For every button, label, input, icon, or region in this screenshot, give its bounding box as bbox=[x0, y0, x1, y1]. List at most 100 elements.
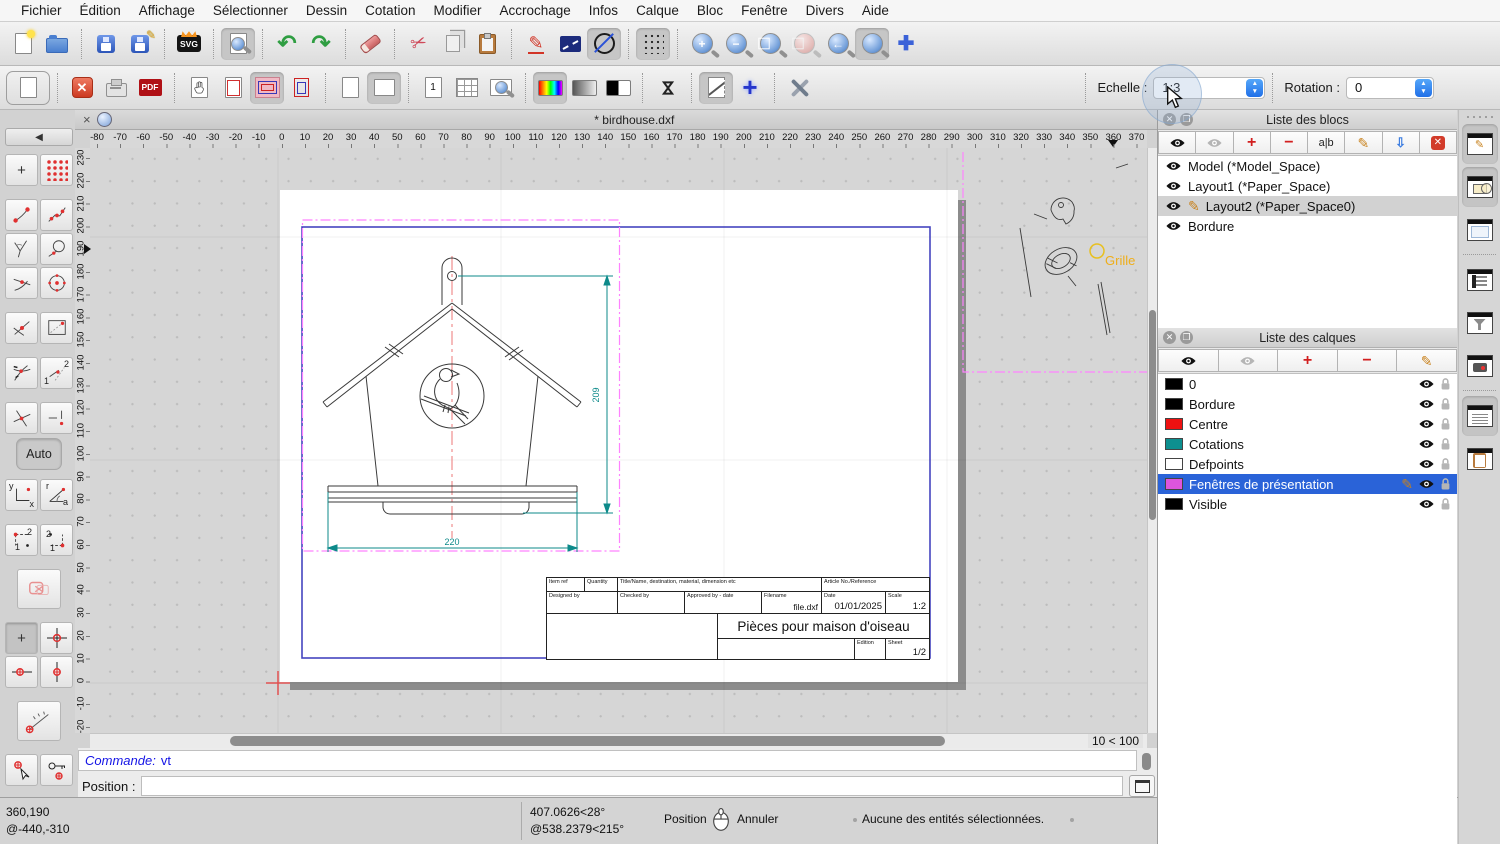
snap-filter-button[interactable] bbox=[40, 402, 73, 434]
layer-row[interactable]: Centre bbox=[1158, 414, 1457, 434]
pan-paper-button[interactable] bbox=[182, 72, 216, 104]
restrict-horizontal-button[interactable] bbox=[5, 656, 38, 688]
fit-to-page-button[interactable] bbox=[216, 72, 250, 104]
horizontal-scrollbar[interactable]: 10 < 100 bbox=[90, 733, 1147, 748]
landscape-orientation-button[interactable] bbox=[367, 71, 401, 104]
command-scrollbar-thumb[interactable] bbox=[1142, 753, 1151, 770]
zoom-auto-button[interactable]: ⃞ bbox=[753, 28, 787, 60]
layer-row[interactable]: Fenêtres de présentation ✎ bbox=[1158, 474, 1457, 494]
menu-item-infos[interactable]: Infos bbox=[580, 3, 627, 18]
layer-remove-button[interactable]: − bbox=[1336, 349, 1398, 372]
menu-item-edition[interactable]: Édition bbox=[71, 3, 130, 18]
snap-intersection-auto-button[interactable] bbox=[5, 357, 38, 389]
print-button[interactable] bbox=[99, 72, 133, 104]
visibility-eye-icon[interactable] bbox=[1418, 458, 1435, 470]
visibility-eye-icon[interactable] bbox=[1165, 220, 1182, 232]
show-crosshair-button[interactable]: + bbox=[733, 72, 767, 104]
lock-icon[interactable] bbox=[1440, 477, 1451, 491]
palette-collapse-button[interactable]: ◀ bbox=[5, 128, 73, 146]
snap-auto-button[interactable]: Auto bbox=[16, 438, 62, 470]
block-add-button[interactable]: + bbox=[1232, 131, 1271, 154]
visibility-eye-icon[interactable] bbox=[1418, 438, 1435, 450]
stepper-icon[interactable]: ▲ ▼ bbox=[1415, 78, 1432, 97]
visibility-eye-icon[interactable] bbox=[1165, 200, 1182, 212]
coordinate-polar-button[interactable]: ra bbox=[40, 479, 73, 511]
coordinate-cartesian-button[interactable]: yx bbox=[5, 479, 38, 511]
zoom-out-button[interactable]: − bbox=[719, 28, 753, 60]
snap-free-button[interactable]: + bbox=[5, 154, 38, 186]
snap-perpendicular-button[interactable] bbox=[5, 233, 38, 265]
snap-nearest-button[interactable] bbox=[5, 267, 38, 299]
center-to-page-button[interactable] bbox=[284, 72, 318, 104]
snap-grid-button[interactable] bbox=[40, 154, 73, 186]
portrait-orientation-button[interactable] bbox=[333, 72, 367, 104]
lock-icon[interactable] bbox=[1440, 457, 1451, 471]
dock-drag-handle[interactable] bbox=[1465, 114, 1494, 120]
block-show-all-button[interactable] bbox=[1158, 131, 1197, 154]
visibility-eye-icon[interactable] bbox=[1418, 498, 1435, 510]
menu-item-calque[interactable]: Calque bbox=[627, 3, 688, 18]
lock-relative-zero-button[interactable] bbox=[40, 754, 73, 786]
layer-row[interactable]: Visible bbox=[1158, 494, 1457, 514]
layer-row[interactable]: Cotations bbox=[1158, 434, 1457, 454]
restrict-vertical-button[interactable] bbox=[40, 656, 73, 688]
redo-button[interactable]: ↷ bbox=[304, 28, 338, 60]
snap-exclude-button[interactable] bbox=[17, 569, 61, 609]
visibility-eye-icon[interactable] bbox=[1418, 478, 1435, 490]
edit-entity-button[interactable]: ✎ bbox=[519, 28, 553, 60]
copy-button[interactable] bbox=[436, 28, 470, 60]
grid-toggle-button[interactable] bbox=[636, 27, 670, 60]
open-document-button[interactable] bbox=[40, 28, 74, 60]
draft-page-button[interactable] bbox=[699, 71, 733, 104]
layer-row[interactable]: 0 bbox=[1158, 374, 1457, 394]
block-row[interactable]: Model (*Model_Space) bbox=[1158, 156, 1457, 176]
snap-endpoints-button[interactable] bbox=[5, 199, 38, 231]
zoom-to-page-button[interactable] bbox=[484, 72, 518, 104]
menu-item-bloc[interactable]: Bloc bbox=[688, 3, 732, 18]
menu-item-accrochage[interactable]: Accrochage bbox=[490, 3, 579, 18]
block-rename-button[interactable]: a|b bbox=[1307, 131, 1346, 154]
block-row[interactable]: Layout1 (*Paper_Space) bbox=[1158, 176, 1457, 196]
menu-item-dessin[interactable]: Dessin bbox=[297, 3, 356, 18]
drawing-canvas[interactable]: 209 220 Grille Item ref Quantity Title/N… bbox=[90, 148, 1147, 733]
lock-icon[interactable] bbox=[1440, 437, 1451, 451]
visibility-eye-icon[interactable] bbox=[1165, 160, 1182, 172]
polyline-mode-button[interactable] bbox=[553, 28, 587, 60]
dock-property-list-button[interactable] bbox=[1462, 260, 1498, 300]
block-row[interactable]: Bordure bbox=[1158, 216, 1457, 236]
vertical-scrollbar-thumb[interactable] bbox=[1149, 310, 1156, 520]
layer-row[interactable]: Defpoints bbox=[1158, 454, 1457, 474]
save-as-button[interactable]: ✎ bbox=[123, 28, 157, 60]
cut-button[interactable]: ✂ bbox=[402, 28, 436, 60]
angle-gauge-button[interactable] bbox=[17, 701, 61, 741]
tab-close-icon[interactable]: × bbox=[83, 112, 91, 127]
layer-show-all-button[interactable] bbox=[1158, 349, 1219, 372]
new-document-button[interactable] bbox=[6, 28, 40, 60]
dock-command-line-button[interactable] bbox=[1461, 396, 1498, 436]
menu-item-selectionner[interactable]: Sélectionner bbox=[204, 3, 297, 18]
grayscale-mode-button[interactable] bbox=[567, 72, 601, 104]
set-relative-zero-button[interactable] bbox=[5, 754, 38, 786]
lock-icon[interactable] bbox=[1440, 417, 1451, 431]
layer-edit-button[interactable]: ✎ bbox=[1396, 349, 1457, 372]
dock-selection-filter-button[interactable] bbox=[1462, 303, 1498, 343]
block-insert-button[interactable]: ⇩ bbox=[1381, 131, 1420, 154]
multi-page-button[interactable] bbox=[450, 72, 484, 104]
menu-item-fenetre[interactable]: Fenêtre bbox=[732, 3, 797, 18]
paper-preview-toggle-button[interactable] bbox=[6, 70, 50, 105]
menu-item-modifier[interactable]: Modifier bbox=[424, 3, 490, 18]
visibility-eye-icon[interactable] bbox=[1165, 180, 1182, 192]
command-line[interactable]: Commande: vt bbox=[78, 750, 1137, 771]
block-remove-button[interactable]: − bbox=[1269, 131, 1308, 154]
snap-center-button[interactable] bbox=[40, 267, 73, 299]
block-edit-button[interactable]: ✎ bbox=[1344, 131, 1383, 154]
position-window-button[interactable] bbox=[1129, 775, 1155, 797]
vertical-scrollbar[interactable] bbox=[1147, 148, 1157, 733]
position-input[interactable] bbox=[141, 776, 1123, 796]
menu-item-cotation[interactable]: Cotation bbox=[356, 3, 424, 18]
export-pdf-button[interactable]: PDF bbox=[133, 72, 167, 104]
horizontal-scrollbar-thumb[interactable] bbox=[230, 736, 945, 746]
fit-to-viewport-button[interactable] bbox=[250, 71, 284, 104]
restrict-nothing-button[interactable]: + bbox=[5, 622, 38, 654]
visibility-eye-icon[interactable] bbox=[1418, 378, 1435, 390]
